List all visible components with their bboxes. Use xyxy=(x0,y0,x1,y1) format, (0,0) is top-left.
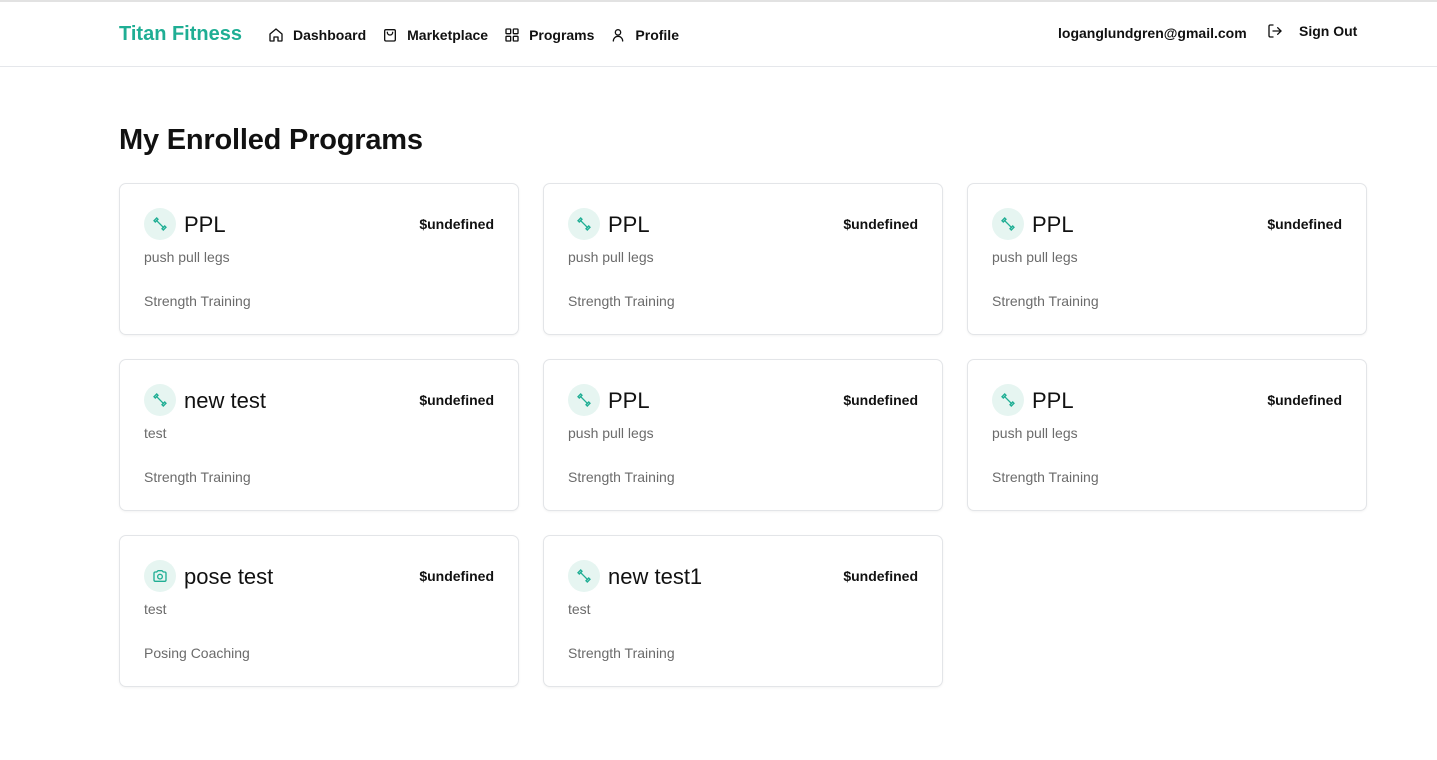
program-price: $undefined xyxy=(843,216,918,232)
program-price: $undefined xyxy=(843,568,918,584)
shopping-bag-icon xyxy=(384,28,397,42)
program-category: Strength Training xyxy=(568,469,675,485)
program-price: $undefined xyxy=(843,392,918,408)
dumbbell-icon xyxy=(1001,393,1015,407)
page-title: My Enrolled Programs xyxy=(119,124,423,156)
program-card[interactable]: PPL $undefined push pull legs Strength T… xyxy=(967,359,1367,511)
program-category: Strength Training xyxy=(992,293,1099,309)
program-title: new test1 xyxy=(608,564,703,589)
program-card[interactable]: PPL $undefined push pull legs Strength T… xyxy=(119,183,519,335)
program-description: test xyxy=(144,425,167,441)
user-email: loganglundgren@gmail.com xyxy=(1058,25,1247,41)
dumbbell-icon xyxy=(153,393,167,407)
program-icon-badge xyxy=(992,384,1024,416)
log-out-icon xyxy=(1268,24,1282,38)
program-icon-badge xyxy=(568,384,600,416)
program-category: Strength Training xyxy=(144,469,251,485)
program-description: push pull legs xyxy=(144,249,230,265)
nav-profile-label: Profile xyxy=(635,26,679,43)
program-category: Strength Training xyxy=(992,469,1099,485)
program-title: PPL xyxy=(1032,212,1074,237)
program-title: pose test xyxy=(184,564,274,589)
sign-out-button[interactable]: Sign Out xyxy=(1267,23,1357,39)
program-price: $undefined xyxy=(419,216,494,232)
program-title: new test xyxy=(184,388,266,413)
dumbbell-icon xyxy=(1001,217,1015,231)
dumbbell-icon xyxy=(577,569,591,583)
program-card[interactable]: new test $undefined test Strength Traini… xyxy=(119,359,519,511)
dumbbell-icon xyxy=(577,393,591,407)
program-price: $undefined xyxy=(1267,392,1342,408)
program-title: PPL xyxy=(608,388,650,413)
program-title: PPL xyxy=(608,212,650,237)
program-card[interactable]: PPL $undefined push pull legs Strength T… xyxy=(543,183,943,335)
program-description: test xyxy=(568,601,591,617)
program-icon-badge xyxy=(144,208,176,240)
program-category: Strength Training xyxy=(568,645,675,661)
user-icon xyxy=(613,28,624,42)
nav-programs-label: Programs xyxy=(529,26,595,43)
nav-marketplace-label: Marketplace xyxy=(407,26,489,43)
nav-links: Dashboard Marketplace Programs Profile xyxy=(268,2,695,67)
program-price: $undefined xyxy=(419,392,494,408)
dumbbell-icon xyxy=(577,217,591,231)
program-description: push pull legs xyxy=(568,425,654,441)
program-icon-badge xyxy=(992,208,1024,240)
program-icon-badge xyxy=(568,560,600,592)
program-category: Strength Training xyxy=(568,293,675,309)
nav-dashboard[interactable]: Dashboard xyxy=(268,27,366,43)
program-icon-badge xyxy=(144,560,176,592)
program-price: $undefined xyxy=(419,568,494,584)
program-description: push pull legs xyxy=(992,425,1078,441)
program-title: PPL xyxy=(184,212,226,237)
grid-icon xyxy=(505,27,519,42)
nav-programs[interactable]: Programs xyxy=(504,27,594,43)
program-category: Posing Coaching xyxy=(144,645,250,661)
nav-profile[interactable]: Profile xyxy=(610,27,679,43)
program-description: push pull legs xyxy=(568,249,654,265)
camera-icon xyxy=(153,570,167,582)
program-description: push pull legs xyxy=(992,249,1078,265)
program-title: PPL xyxy=(1032,388,1074,413)
sign-out-label: Sign Out xyxy=(1299,23,1358,39)
program-icon-badge xyxy=(568,208,600,240)
nav-dashboard-label: Dashboard xyxy=(293,26,367,43)
brand-logo[interactable]: Titan Fitness xyxy=(119,23,242,46)
program-price: $undefined xyxy=(1267,216,1342,232)
program-card[interactable]: PPL $undefined push pull legs Strength T… xyxy=(967,183,1367,335)
navbar: Titan Fitness Dashboard Marketplace Prog… xyxy=(0,2,1437,67)
nav-marketplace[interactable]: Marketplace xyxy=(382,27,488,43)
program-category: Strength Training xyxy=(144,293,251,309)
program-icon-badge xyxy=(144,384,176,416)
program-card[interactable]: pose test $undefined test Posing Coachin… xyxy=(119,535,519,687)
program-card[interactable]: PPL $undefined push pull legs Strength T… xyxy=(543,359,943,511)
dumbbell-icon xyxy=(153,217,167,231)
program-description: test xyxy=(144,601,167,617)
program-card[interactable]: new test1 $undefined test Strength Train… xyxy=(543,535,943,687)
home-icon xyxy=(269,27,283,42)
